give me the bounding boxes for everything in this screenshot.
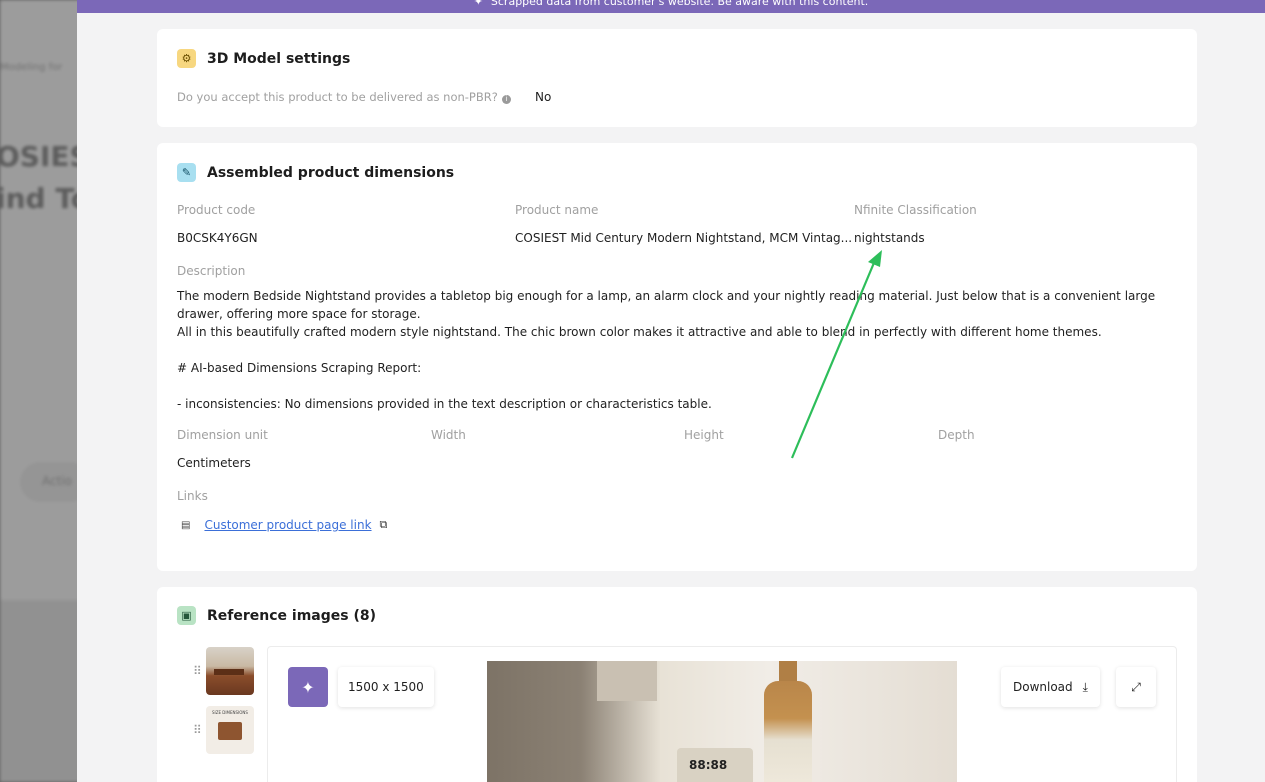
customer-link-row: ▤ Customer product page link ⧉ bbox=[181, 518, 387, 532]
image-icon: ▣ bbox=[177, 606, 196, 625]
height-label: Height bbox=[684, 428, 724, 442]
info-icon[interactable]: i bbox=[501, 95, 511, 104]
shelf-shape bbox=[597, 661, 657, 701]
store-icon: ▤ bbox=[181, 519, 191, 531]
description-label: Description bbox=[177, 264, 246, 278]
product-code-label: Product code bbox=[177, 203, 256, 217]
thumbnail-list: ⠿ ⠿ bbox=[193, 647, 254, 765]
image-viewer: ✦ 1500 x 1500 Download ⤓ ⤢ bbox=[267, 646, 1177, 782]
download-label: Download bbox=[1013, 680, 1073, 694]
product-dimensions-title: Assembled product dimensions bbox=[207, 164, 455, 181]
classification-label: Nfinite Classification bbox=[854, 203, 977, 217]
links-label: Links bbox=[177, 489, 208, 503]
non-pbr-question-text: Do you accept this product to be deliver… bbox=[177, 90, 498, 104]
vase-shape bbox=[764, 681, 812, 782]
ai-sparkle-button[interactable]: ✦ bbox=[288, 667, 328, 707]
product-dimensions-card: ✎ Assembled product dimensions Product c… bbox=[157, 143, 1197, 571]
dimension-unit-value: Centimeters bbox=[177, 456, 251, 470]
non-pbr-question: Do you accept this product to be deliver… bbox=[177, 90, 511, 104]
reference-images-title: Reference images (8) bbox=[207, 607, 376, 624]
resolution-badge: 1500 x 1500 bbox=[338, 667, 434, 707]
expand-icon: ⤢ bbox=[1131, 679, 1141, 694]
product-dimensions-header: ✎ Assembled product dimensions bbox=[177, 163, 454, 182]
drag-handle-icon[interactable]: ⠿ bbox=[193, 664, 206, 678]
product-name-label: Product name bbox=[515, 203, 599, 217]
product-name-value: COSIEST Mid Century Modern Nightstand, M… bbox=[515, 231, 853, 245]
sparkle-icon: ✦ bbox=[473, 0, 483, 8]
description-line: All in this beautifully crafted modern s… bbox=[177, 325, 1102, 339]
reference-images-card: ▣ Reference images (8) ⠿ ⠿ ✦ 1500 x 1500 bbox=[157, 587, 1197, 782]
drag-handle-icon[interactable]: ⠿ bbox=[193, 723, 206, 737]
depth-label: Depth bbox=[938, 428, 975, 442]
ruler-icon: ✎ bbox=[177, 163, 196, 182]
expand-button[interactable]: ⤢ bbox=[1116, 667, 1156, 707]
product-code-value: B0CSK4Y6GN bbox=[177, 231, 258, 245]
thumbnail-item[interactable]: ⠿ bbox=[193, 647, 254, 695]
description-text: The modern Bedside Nightstand provides a… bbox=[177, 287, 1177, 413]
reference-thumbnail[interactable] bbox=[206, 706, 254, 754]
product-detail-panel: ✦ Scrapped data from customer's website. … bbox=[77, 0, 1265, 782]
reference-thumbnail[interactable] bbox=[206, 647, 254, 695]
scraped-data-banner: ✦ Scrapped data from customer's website. … bbox=[77, 0, 1265, 13]
model-settings-header: ⚙ 3D Model settings bbox=[177, 49, 350, 68]
description-line bbox=[177, 377, 1177, 395]
model-settings-card: ⚙ 3D Model settings Do you accept this p… bbox=[157, 29, 1197, 127]
description-line bbox=[177, 341, 1177, 359]
classification-value: nightstands bbox=[854, 231, 925, 245]
non-pbr-answer: No bbox=[535, 90, 552, 104]
model-settings-title: 3D Model settings bbox=[207, 50, 351, 67]
banner-text: Scrapped data from customer's website. B… bbox=[490, 0, 869, 8]
download-icon: ⤓ bbox=[1082, 679, 1088, 694]
thumbnail-item[interactable]: ⠿ bbox=[193, 706, 254, 754]
customer-product-page-link[interactable]: Customer product page link bbox=[204, 518, 371, 532]
sparkle-icon: ✦ bbox=[301, 677, 315, 697]
download-button[interactable]: Download ⤓ bbox=[1001, 667, 1100, 707]
description-line: - inconsistencies: No dimensions provide… bbox=[177, 397, 712, 411]
description-line: # AI-based Dimensions Scraping Report: bbox=[177, 361, 422, 375]
external-link-icon[interactable]: ⧉ bbox=[380, 518, 388, 532]
gear-icon: ⚙ bbox=[177, 49, 196, 68]
reference-images-header: ▣ Reference images (8) bbox=[177, 606, 376, 625]
reference-image-preview[interactable] bbox=[487, 661, 957, 782]
description-line: The modern Bedside Nightstand provides a… bbox=[177, 289, 1156, 321]
dimension-unit-label: Dimension unit bbox=[177, 428, 268, 442]
clock-shape bbox=[677, 748, 753, 782]
width-label: Width bbox=[431, 428, 466, 442]
